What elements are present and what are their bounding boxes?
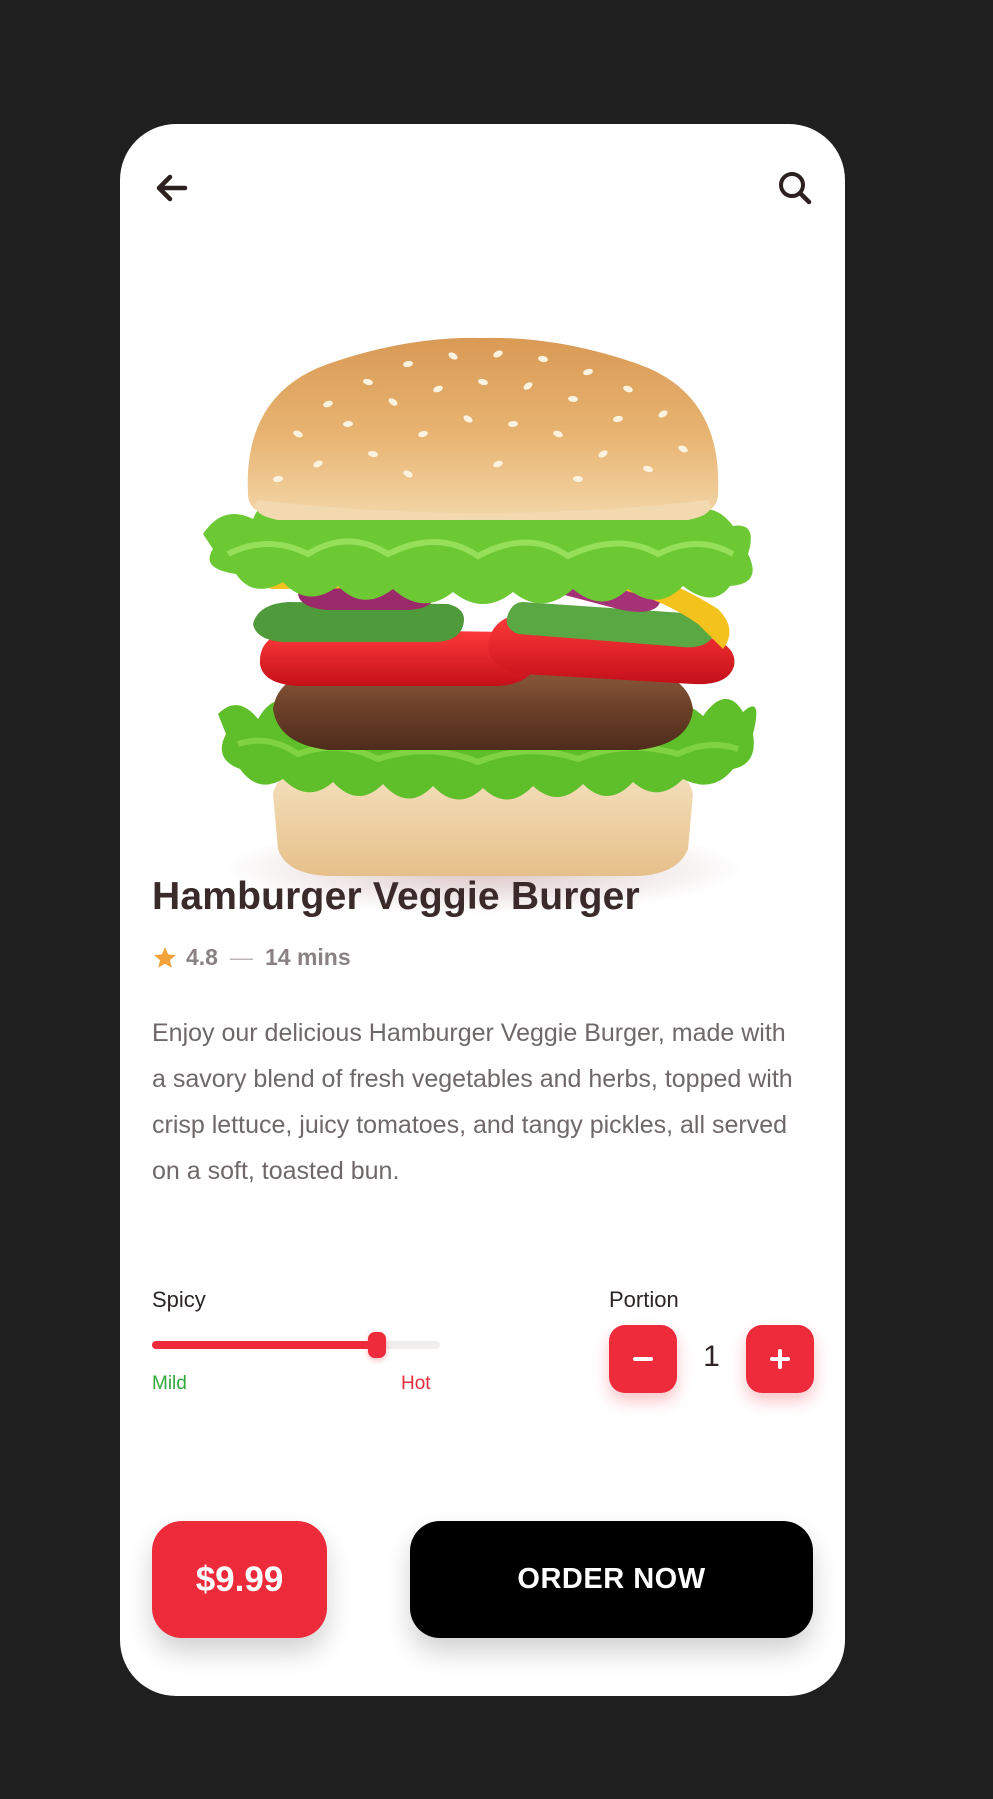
arrow-left-icon bbox=[156, 174, 188, 202]
minus-icon bbox=[633, 1357, 653, 1361]
burger-image bbox=[178, 264, 788, 934]
search-button[interactable] bbox=[773, 166, 817, 210]
product-description: Enjoy our delicious Hamburger Veggie Bur… bbox=[152, 1019, 793, 1185]
portion-label: Portion bbox=[609, 1287, 679, 1312]
phone-screen: Hamburger Veggie Burger 4.8 — 14 mins En… bbox=[120, 124, 845, 1696]
hot-label: Hot bbox=[401, 1373, 431, 1394]
price-button[interactable]: $9.99 bbox=[152, 1521, 327, 1638]
slider-fill bbox=[152, 1341, 377, 1349]
product-meta: 4.8 — 14 mins bbox=[152, 944, 351, 971]
back-button[interactable] bbox=[150, 166, 194, 210]
star-icon bbox=[152, 945, 178, 971]
top-bar bbox=[150, 166, 817, 210]
slider-thumb[interactable] bbox=[367, 1332, 386, 1358]
rating-value: 4.8 bbox=[186, 944, 218, 970]
search-icon bbox=[779, 172, 812, 205]
decrease-portion-button[interactable] bbox=[609, 1325, 677, 1393]
portion-value: 1 bbox=[703, 1340, 720, 1373]
spicy-slider[interactable] bbox=[152, 1332, 440, 1358]
mild-label: Mild bbox=[152, 1373, 187, 1394]
meta-separator: — bbox=[229, 944, 253, 970]
product-title: Hamburger Veggie Burger bbox=[152, 875, 640, 918]
increase-portion-button[interactable] bbox=[746, 1325, 814, 1393]
cook-time: 14 mins bbox=[264, 944, 351, 970]
order-now-button[interactable]: ORDER NOW bbox=[410, 1521, 813, 1638]
plus-icon bbox=[770, 1349, 790, 1369]
spicy-label: Spicy bbox=[152, 1287, 206, 1312]
